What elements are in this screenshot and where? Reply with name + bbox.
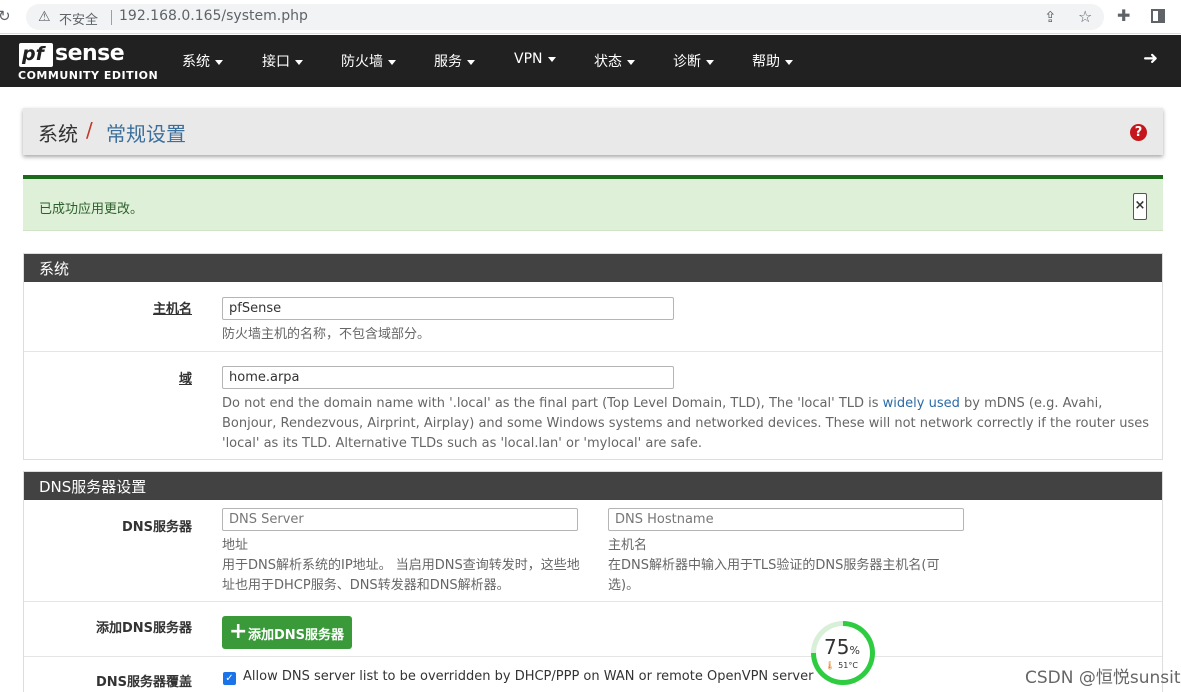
breadcrumb: 系统 / 常规设置 ? <box>23 108 1163 155</box>
nav-interfaces-label: 接口 <box>262 54 290 70</box>
dns-server-input[interactable]: DNS Server <box>222 508 578 531</box>
nav-help-label: 帮助 <box>752 54 780 70</box>
alert-message: 已成功应用更改。 <box>39 202 144 217</box>
dns-override-text[interactable]: Allow DNS server list to be overridden b… <box>243 669 813 684</box>
bookmark-star-icon[interactable]: ☆ <box>1078 7 1092 26</box>
pfsense-logo[interactable]: pf sense COMMUNITY EDITION <box>18 41 158 83</box>
close-icon[interactable]: × <box>1133 193 1147 220</box>
nav-diagnostics[interactable]: 诊断 <box>673 51 714 71</box>
hostname-input[interactable]: pfSense <box>222 297 674 320</box>
dns-panel: DNS服务器设置 DNS服务器 DNS Server DNS Hostname … <box>23 471 1163 692</box>
address-bar[interactable]: ⚠ 不安全 192.168.0.165/system.php ⇪ ☆ <box>26 4 1104 30</box>
share-icon[interactable]: ⇪ <box>1044 8 1057 26</box>
plus-icon: + <box>229 619 248 644</box>
dns-override-checkbox[interactable]: ✓ <box>223 672 236 685</box>
domain-input[interactable]: home.arpa <box>222 366 674 389</box>
caret-down-icon <box>295 59 303 65</box>
logo-edition: COMMUNITY EDITION <box>18 69 159 82</box>
insecure-label[interactable]: 不安全 <box>59 9 98 28</box>
widely-used-link[interactable]: widely used <box>883 396 960 411</box>
caret-down-icon <box>706 59 714 65</box>
system-panel-title: 系统 <box>24 254 1162 282</box>
domain-help-part1: Do not end the domain name with '.local'… <box>222 396 883 411</box>
extensions-puzzle-icon[interactable]: ✚ <box>1117 6 1130 25</box>
nav-firewall[interactable]: 防火墙 <box>341 51 396 71</box>
dns-hostname-help: 在DNS解析器中输入用于TLS验证的DNS服务器主机名(可选)。 <box>608 558 940 593</box>
reload-icon[interactable]: ↻ <box>0 9 12 24</box>
dns-hostname-input[interactable]: DNS Hostname <box>608 508 964 531</box>
nav-services[interactable]: 服务 <box>434 51 475 71</box>
logout-icon[interactable]: ➜ <box>1143 48 1158 69</box>
dns-servers-label: DNS服务器 <box>121 520 192 535</box>
gauge-temperature-value: 51°C <box>838 661 858 670</box>
nav-status[interactable]: 状态 <box>594 51 635 71</box>
nav-diagnostics-label: 诊断 <box>673 54 701 70</box>
dns-server-help: 用于DNS解析系统的IP地址。 当启用DNS查询转发时，这些地址也用于DHCP服… <box>222 558 580 593</box>
watermark: CSDN @恒悦sunsite <box>1025 668 1181 688</box>
caret-down-icon <box>785 59 793 65</box>
domain-help: Do not end the domain name with '.local'… <box>222 394 1157 454</box>
nav-system-label: 系统 <box>182 54 210 70</box>
system-panel: 系统 主机名 pfSense 防火墙主机的名称，不包含域部分。 域 home.a… <box>23 253 1163 460</box>
add-dns-button-label: 添加DNS服务器 <box>248 628 345 643</box>
gauge-percent: 75% <box>824 635 860 659</box>
nav-interfaces[interactable]: 接口 <box>262 51 303 71</box>
domain-label: 域 <box>178 372 192 387</box>
hostname-row: 主机名 pfSense 防火墙主机的名称，不包含域部分。 <box>24 282 1162 352</box>
dns-servers-row: DNS服务器 DNS Server DNS Hostname 地址 用于DNS解… <box>24 500 1162 602</box>
gauge-temperature: 🌡 51°C <box>825 661 858 670</box>
success-alert: 已成功应用更改。 × <box>23 175 1163 231</box>
nav-firewall-label: 防火墙 <box>341 54 383 70</box>
dns-server-help-title: 地址 <box>222 538 249 553</box>
gauge-percent-unit: % <box>849 644 860 657</box>
address-separator <box>111 10 112 25</box>
caret-down-icon <box>547 56 556 62</box>
hostname-label: 主机名 <box>152 302 192 317</box>
nav-services-label: 服务 <box>434 54 462 70</box>
gauge-inner: 75% 🌡 51°C <box>816 626 870 680</box>
logo-pf: pf <box>19 43 53 67</box>
dns-panel-title: DNS服务器设置 <box>24 472 1162 500</box>
dns-override-label: DNS服务器覆盖 <box>95 675 192 690</box>
warning-icon[interactable]: ⚠ <box>38 9 54 25</box>
add-dns-server-button[interactable]: + 添加DNS服务器 <box>222 616 352 649</box>
add-dns-label: 添加DNS服务器 <box>95 621 192 636</box>
caret-down-icon <box>215 59 223 65</box>
nav-vpn-label: VPN <box>514 51 543 67</box>
domain-row: 域 home.arpa Do not end the domain name w… <box>24 352 1162 460</box>
top-navbar: pf sense COMMUNITY EDITION 系统 接口 防火墙 服务 … <box>0 35 1181 87</box>
dns-hostname-help-title: 主机名 <box>608 538 648 553</box>
hostname-help: 防火墙主机的名称，不包含域部分。 <box>222 327 431 342</box>
nav-vpn[interactable]: VPN <box>514 51 556 67</box>
nav-help[interactable]: 帮助 <box>752 51 793 71</box>
breadcrumb-parent[interactable]: 系统 <box>38 118 78 147</box>
caret-down-icon <box>627 59 635 65</box>
gauge-percent-value: 75 <box>824 635 850 659</box>
breadcrumb-separator: / <box>86 118 93 142</box>
url-text[interactable]: 192.168.0.165/system.php <box>119 8 308 24</box>
thermometer-icon: 🌡 <box>825 661 836 670</box>
breadcrumb-current[interactable]: 常规设置 <box>106 118 186 147</box>
nav-system[interactable]: 系统 <box>182 51 223 71</box>
browser-toolbar: ↻ ⚠ 不安全 192.168.0.165/system.php ⇪ ☆ ✚ <box>0 0 1181 34</box>
help-icon[interactable]: ? <box>1130 124 1147 141</box>
add-dns-row: 添加DNS服务器 + 添加DNS服务器 <box>24 602 1162 657</box>
side-panel-icon[interactable] <box>1151 9 1165 23</box>
caret-down-icon <box>467 59 475 65</box>
cpu-gauge[interactable]: 75% 🌡 51°C <box>811 621 875 685</box>
dns-override-row: DNS服务器覆盖 ✓ Allow DNS server list to be o… <box>24 657 1162 692</box>
caret-down-icon <box>388 59 396 65</box>
logo-sense: sense <box>55 41 125 66</box>
nav-status-label: 状态 <box>594 54 622 70</box>
